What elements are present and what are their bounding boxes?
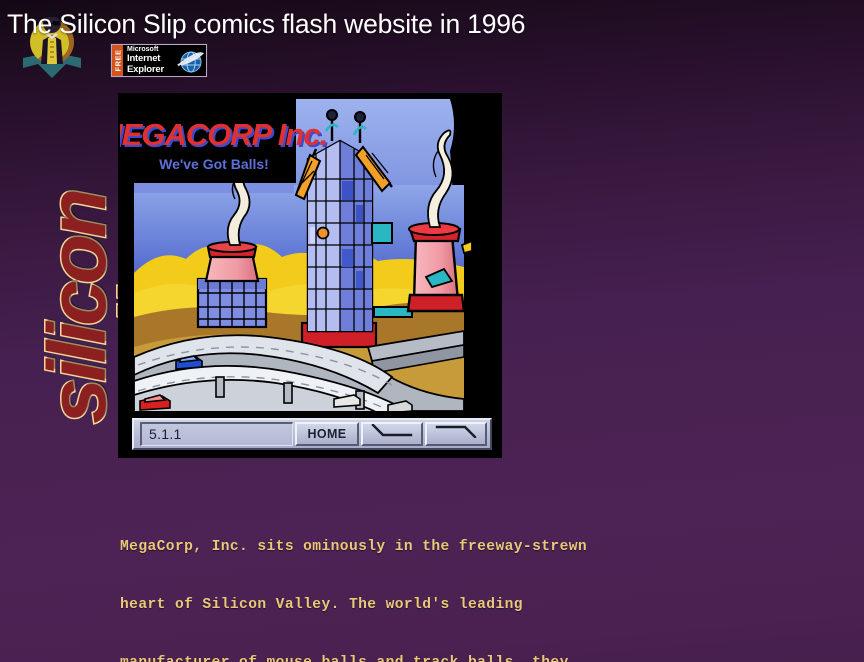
previous-page-button[interactable] <box>361 421 423 446</box>
back-arrow-icon <box>370 423 414 443</box>
copy-line: manufacturer of mouse balls and track ba… <box>120 654 680 662</box>
comic-artwork: MEGACORP Inc. MEGACORP Inc. We've Got Ba… <box>120 95 500 415</box>
free-label-strip: FREE <box>112 45 123 76</box>
page-title: The Silicon Slip comics flash website in… <box>7 9 526 39</box>
internet-explorer-badge[interactable]: FREE Microsoft Internet Explorer <box>111 44 207 77</box>
version-display: 5.1.1 <box>140 421 293 446</box>
microsoft-label: Microsoft <box>127 46 159 53</box>
ie-badge-text: Microsoft Internet Explorer <box>123 45 175 76</box>
comic-description-text: MegaCorp, Inc. sits ominously in the fre… <box>120 500 680 662</box>
copy-line: MegaCorp, Inc. sits ominously in the fre… <box>120 539 588 556</box>
next-page-button[interactable] <box>425 421 487 446</box>
svg-text:MEGACORP Inc.: MEGACORP Inc. <box>120 117 327 152</box>
comic-nav-bar: 5.1.1 HOME <box>120 411 500 456</box>
version-text: 5.1.1 <box>149 426 182 442</box>
copy-line: heart of Silicon Valley. The world's lea… <box>120 597 523 614</box>
internet-explorer-globe-icon <box>175 45 206 76</box>
comic-flash-panel[interactable]: MEGACORP Inc. MEGACORP Inc. We've Got Ba… <box>118 93 502 458</box>
home-button[interactable]: HOME <box>295 421 359 446</box>
home-button-label: HOME <box>307 426 347 441</box>
svg-text:We've Got Balls!: We've Got Balls! <box>159 156 269 172</box>
explorer-label: Explorer <box>127 63 164 75</box>
internet-label: Internet <box>127 53 161 64</box>
free-label: FREE <box>113 49 123 72</box>
forward-arrow-icon <box>434 424 478 443</box>
comic-nav-inner: 5.1.1 HOME <box>132 417 492 450</box>
silicon-slip-vertical-wordmark: silicon slip <box>31 138 197 478</box>
